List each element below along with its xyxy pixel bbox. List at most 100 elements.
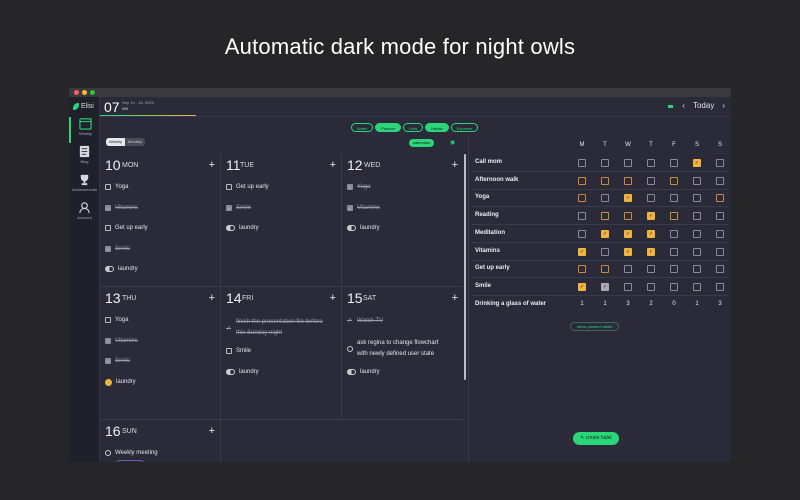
list-item[interactable]: Yoga — [105, 184, 128, 190]
habit-checkbox[interactable] — [601, 247, 609, 256]
habit-checkbox[interactable] — [693, 229, 701, 238]
show-paused-habits-button[interactable]: show paused habits — [570, 322, 620, 331]
list-item[interactable]: Smile — [226, 204, 251, 211]
habit-checkbox[interactable] — [716, 265, 724, 274]
habit-checkbox[interactable] — [647, 247, 655, 256]
habit-checkbox[interactable] — [624, 229, 632, 238]
list-item[interactable]: laundry — [226, 225, 259, 231]
chevron-left-icon[interactable]: ‹ — [682, 101, 685, 110]
habit-name[interactable]: Yoga — [475, 194, 489, 200]
calendars-button[interactable]: calendars — [409, 139, 435, 147]
habit-checkbox[interactable] — [716, 212, 724, 221]
habit-checkbox[interactable] — [693, 212, 701, 221]
checkbox[interactable] — [105, 245, 111, 252]
habit-checkbox[interactable] — [578, 194, 586, 203]
add-task-button[interactable]: + — [330, 159, 336, 171]
list-item[interactable]: laundry — [105, 266, 138, 272]
checkbox[interactable] — [226, 184, 232, 190]
habit-checkbox[interactable] — [647, 282, 655, 291]
weekly-toggle[interactable]: Weekly — [106, 138, 126, 146]
add-task-button[interactable]: + — [209, 292, 215, 304]
create-habit-button[interactable]: ✎ create habit — [573, 432, 619, 445]
sidebar-item-account[interactable]: Account — [69, 201, 100, 227]
habit-checkbox[interactable] — [578, 229, 586, 238]
checkbox[interactable] — [105, 204, 111, 211]
habit-checkbox[interactable] — [670, 159, 678, 167]
list-item[interactable]: laundry — [347, 368, 380, 375]
habit-name[interactable]: Drinking a glass of water — [475, 301, 546, 307]
eye-icon[interactable]: ◉ — [450, 139, 455, 146]
half-circle-icon[interactable] — [105, 266, 114, 272]
checkbox[interactable] — [105, 358, 111, 364]
tab-planner[interactable]: Planner — [375, 123, 402, 132]
list-item[interactable]: Yoga — [347, 184, 370, 190]
habit-name[interactable]: Vitamins — [475, 248, 500, 254]
half-circle-icon[interactable] — [347, 368, 356, 375]
habit-name[interactable]: Get up early — [475, 265, 510, 271]
habit-checkbox[interactable] — [601, 159, 609, 167]
circle-checkbox[interactable] — [347, 345, 353, 352]
habit-checkbox[interactable] — [601, 194, 609, 203]
list-item[interactable]: Vitamins — [105, 337, 138, 344]
habit-checkbox[interactable] — [624, 212, 632, 221]
half-circle-icon[interactable] — [226, 368, 235, 375]
habit-checkbox[interactable] — [624, 265, 632, 274]
flag-icon[interactable] — [668, 105, 673, 108]
half-circle-icon[interactable] — [347, 225, 356, 231]
habit-checkbox[interactable] — [601, 265, 609, 274]
sidebar-item-weekly[interactable]: Weekly — [69, 117, 100, 143]
list-item[interactable]: Vitamins — [105, 204, 138, 211]
checkbox[interactable] — [105, 337, 111, 344]
habit-checkbox[interactable] — [578, 159, 586, 167]
checkbox[interactable] — [347, 184, 353, 190]
habit-name[interactable]: Call mom — [475, 159, 502, 165]
habit-checkbox[interactable] — [693, 176, 701, 185]
monthly-toggle[interactable]: Monthly — [125, 138, 146, 146]
chevron-right-icon[interactable]: › — [722, 101, 725, 110]
list-item[interactable]: ✓ finish the presentation file before this… — [226, 317, 323, 339]
close-window-button[interactable] — [74, 90, 79, 95]
habit-checkbox[interactable] — [578, 265, 586, 274]
habit-checkbox[interactable] — [693, 159, 701, 167]
checkbox[interactable] — [105, 317, 111, 323]
habit-checkbox[interactable] — [693, 194, 701, 203]
calendar-tag[interactable]: Work pals — [116, 460, 144, 462]
habit-checkbox[interactable] — [670, 282, 678, 291]
habit-checkbox[interactable] — [716, 159, 724, 167]
list-item[interactable]: Vitamins — [347, 204, 380, 211]
habit-checkbox[interactable] — [624, 159, 632, 167]
add-task-button[interactable]: + — [452, 292, 458, 304]
habit-checkbox[interactable] — [624, 282, 632, 291]
habit-checkbox[interactable] — [670, 176, 678, 185]
list-item[interactable]: laundry — [347, 225, 380, 231]
checkbox[interactable] — [347, 204, 353, 211]
list-item[interactable]: Weekly meeting — [105, 450, 158, 456]
habit-checkbox[interactable] — [647, 159, 655, 167]
list-item[interactable]: Smile — [226, 348, 251, 354]
habit-checkbox[interactable] — [670, 194, 678, 203]
habit-checkbox[interactable] — [578, 212, 586, 221]
habit-checkbox[interactable] — [647, 212, 655, 221]
habit-checkbox[interactable] — [670, 265, 678, 274]
list-item[interactable]: ask regina to change flowchart with newly… — [347, 338, 438, 360]
habit-checkbox[interactable] — [647, 229, 655, 238]
habit-checkbox[interactable] — [624, 247, 632, 256]
habit-checkbox[interactable] — [624, 194, 632, 203]
habit-checkbox[interactable] — [693, 282, 701, 291]
habit-checkbox[interactable] — [670, 212, 678, 221]
list-item[interactable]: Smile — [105, 245, 130, 252]
zoom-window-button[interactable] — [90, 90, 95, 95]
tab-lists[interactable]: Lists — [403, 123, 424, 132]
half-circle-icon[interactable] — [226, 225, 235, 231]
habit-checkbox[interactable] — [601, 282, 609, 291]
habit-checkbox[interactable] — [647, 194, 655, 203]
list-item[interactable]: Get up early — [226, 184, 269, 190]
list-item[interactable]: Smile — [105, 358, 130, 364]
sidebar-item-achievements[interactable]: Achievements — [69, 173, 100, 199]
add-task-button[interactable]: + — [330, 292, 336, 304]
circle-checkbox[interactable] — [105, 450, 111, 456]
habit-checkbox[interactable] — [578, 176, 586, 185]
checkbox[interactable] — [226, 204, 232, 211]
habit-name[interactable]: Reading — [475, 212, 499, 218]
habit-checkbox[interactable] — [624, 176, 632, 185]
